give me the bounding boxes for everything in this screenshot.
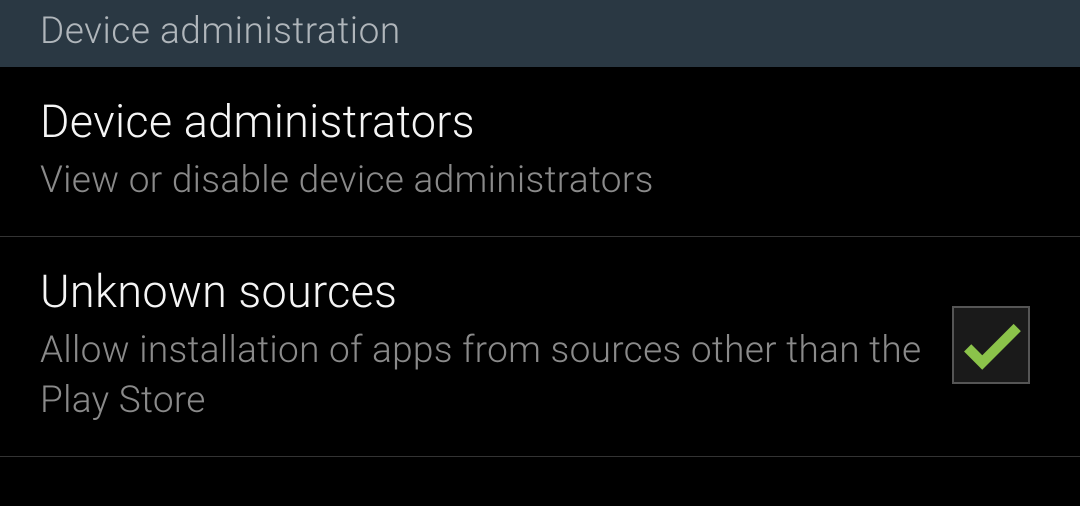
device-administrators-item[interactable]: Device administrators View or disable de…	[0, 67, 1080, 237]
unknown-sources-subtitle: Allow installation of apps from sources …	[40, 326, 932, 426]
unknown-sources-title: Unknown sources	[40, 265, 932, 318]
device-administrators-subtitle: View or disable device administrators	[40, 156, 1020, 206]
unknown-sources-item[interactable]: Unknown sources Allow installation of ap…	[0, 237, 1080, 457]
settings-text-block: Unknown sources Allow installation of ap…	[40, 265, 952, 426]
checkmark-icon	[956, 310, 1026, 380]
device-administrators-title: Device administrators	[40, 95, 1020, 148]
settings-text-block: Device administrators View or disable de…	[40, 95, 1040, 206]
section-header: Device administration	[0, 0, 1080, 67]
unknown-sources-checkbox[interactable]	[952, 306, 1030, 384]
